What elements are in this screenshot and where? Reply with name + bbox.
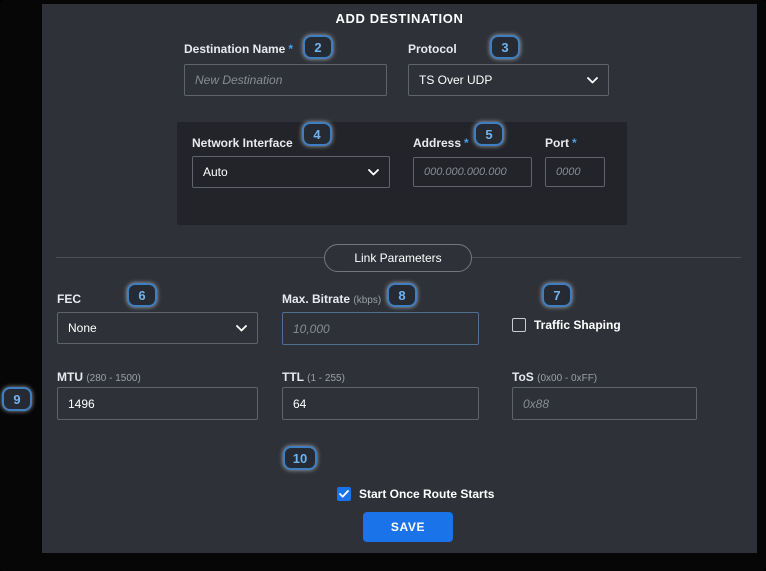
destination-name-label-text: Destination Name: [184, 42, 285, 56]
tos-input[interactable]: [512, 387, 697, 420]
start-once-label: Start Once Route Starts: [359, 487, 494, 501]
annotation-badge-10: 10: [283, 446, 317, 470]
traffic-shaping-label: Traffic Shaping: [534, 318, 621, 332]
protocol-label: Protocol: [408, 42, 457, 56]
destination-name-label: Destination Name*: [184, 42, 293, 56]
protocol-selected-value: TS Over UDP: [419, 73, 492, 87]
address-label: Address*: [413, 136, 469, 150]
mtu-label-text: MTU: [57, 370, 83, 384]
ttl-input[interactable]: [282, 387, 479, 420]
network-interface-select[interactable]: Auto: [192, 156, 390, 188]
chevron-down-icon: [236, 325, 247, 332]
fec-selected-value: None: [68, 321, 97, 335]
ttl-hint: (1 - 255): [307, 373, 345, 384]
max-bitrate-label: Max. Bitrate (kbps): [282, 292, 381, 306]
annotation-badge-8: 8: [387, 283, 417, 307]
annotation-badge-7: 7: [542, 283, 572, 307]
mtu-label: MTU (280 - 1500): [57, 370, 141, 384]
tos-hint: (0x00 - 0xFF): [537, 373, 597, 384]
annotation-badge-9: 9: [2, 387, 32, 411]
mtu-hint: (280 - 1500): [86, 373, 140, 384]
address-input[interactable]: [413, 157, 532, 187]
annotation-badge-4: 4: [302, 122, 332, 146]
port-input[interactable]: [545, 157, 605, 187]
port-label: Port*: [545, 136, 577, 150]
network-interface-label: Network Interface: [192, 136, 293, 150]
link-parameters-pill: Link Parameters: [324, 244, 472, 272]
start-once-row: Start Once Route Starts: [337, 487, 494, 501]
annotation-badge-6: 6: [127, 283, 157, 307]
chevron-down-icon: [587, 77, 598, 84]
annotation-badge-3: 3: [490, 35, 520, 59]
fec-label: FEC: [57, 292, 81, 306]
max-bitrate-input[interactable]: [282, 312, 479, 345]
mtu-input[interactable]: [57, 387, 258, 420]
annotation-badge-2: 2: [303, 35, 333, 59]
tos-label-text: ToS: [512, 370, 534, 384]
save-button[interactable]: SAVE: [363, 512, 453, 542]
fec-label-text: FEC: [57, 292, 81, 306]
check-icon: [339, 490, 349, 498]
network-interface-selected-value: Auto: [203, 165, 228, 179]
protocol-select[interactable]: TS Over UDP: [408, 64, 609, 96]
ttl-label: TTL (1 - 255): [282, 370, 345, 384]
dialog-title: ADD DESTINATION: [42, 11, 757, 26]
port-label-text: Port: [545, 136, 569, 150]
fec-select[interactable]: None: [57, 312, 258, 344]
max-bitrate-label-text: Max. Bitrate: [282, 292, 350, 306]
chevron-down-icon: [368, 169, 379, 176]
annotation-badge-5: 5: [474, 122, 504, 146]
destination-name-input[interactable]: [184, 64, 387, 96]
link-parameters-label: Link Parameters: [354, 251, 441, 265]
traffic-shaping-checkbox[interactable]: [512, 318, 526, 332]
tos-label: ToS (0x00 - 0xFF): [512, 370, 597, 384]
required-asterisk: *: [464, 136, 469, 150]
protocol-label-text: Protocol: [408, 42, 457, 56]
required-asterisk: *: [288, 42, 293, 56]
address-label-text: Address: [413, 136, 461, 150]
network-interface-label-text: Network Interface: [192, 136, 293, 150]
required-asterisk: *: [572, 136, 577, 150]
network-settings-panel: Network Interface Auto Address* Port*: [177, 122, 627, 225]
max-bitrate-hint: (kbps): [353, 295, 381, 306]
start-once-checkbox[interactable]: [337, 487, 351, 501]
add-destination-dialog: ADD DESTINATION Destination Name* Protoc…: [42, 4, 757, 553]
traffic-shaping-row: Traffic Shaping: [512, 318, 621, 332]
screenshot-frame: ADD DESTINATION Destination Name* Protoc…: [0, 0, 766, 571]
ttl-label-text: TTL: [282, 370, 304, 384]
